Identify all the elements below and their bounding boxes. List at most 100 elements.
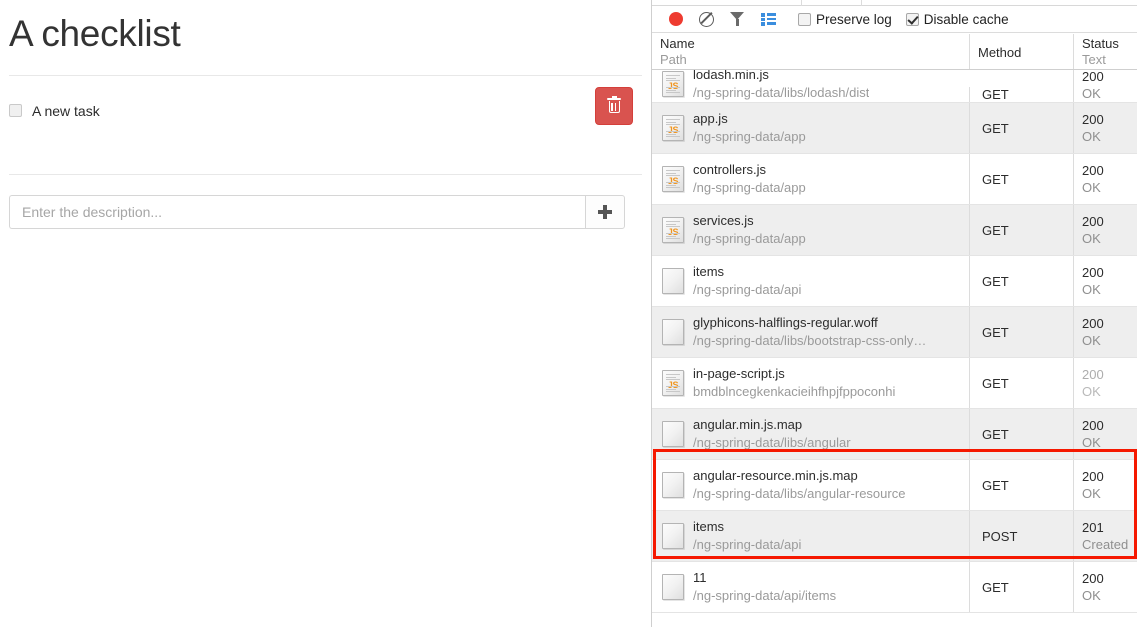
request-name: items [693, 263, 801, 281]
request-name: in-page-script.js [693, 365, 895, 383]
cell-name: JS services.js/ng-spring-data/app [652, 205, 969, 255]
task-checkbox-group[interactable]: A new task [9, 103, 100, 119]
disable-cache-checkbox[interactable]: Disable cache [906, 12, 1009, 27]
delete-task-button[interactable] [595, 87, 633, 125]
status-text: OK [1082, 332, 1137, 349]
table-row[interactable]: JSlodash.min.js/ng-spring-data/libs/loda… [652, 70, 1137, 103]
status-text: OK [1082, 179, 1137, 196]
record-circle-icon [669, 12, 683, 26]
cell-method: GET [969, 154, 1073, 204]
request-path: /ng-spring-data/libs/angular-resource [693, 485, 905, 503]
status-code: 201 [1082, 519, 1137, 536]
network-request-list[interactable]: JS lodash.min.js/ng-spring-data/libs/loda… [652, 70, 1137, 627]
record-button[interactable] [660, 8, 691, 30]
cell-status: 200OK [1073, 562, 1137, 612]
request-path: /ng-spring-data/libs/lodash/dist [693, 84, 869, 102]
request-name: controllers.js [693, 161, 806, 179]
cell-method: GET [969, 562, 1073, 612]
add-task-input-group [9, 195, 625, 229]
blank-file-icon [662, 268, 684, 294]
divider-2 [9, 174, 642, 175]
cell-method: GET [969, 307, 1073, 357]
request-name: items [693, 518, 801, 536]
request-path: /ng-spring-data/app [693, 230, 806, 248]
request-path: /ng-spring-data/libs/bootstrap-css-only… [693, 332, 926, 350]
cell-status: 200OK [1073, 205, 1137, 255]
status-code: 200 [1082, 315, 1137, 332]
cell-method: GET [969, 358, 1073, 408]
trash-icon [607, 98, 621, 114]
preserve-log-box[interactable] [798, 13, 811, 26]
column-header-status[interactable]: Status Text [1073, 34, 1137, 69]
js-file-icon: JS [662, 370, 684, 396]
cell-name: JS in-page-script.jsbmdblncegkenkacieihfh… [652, 358, 969, 408]
cell-name: JSapp.js/ng-spring-data/app [652, 103, 969, 153]
status-code: 200 [1082, 570, 1137, 587]
column-header-status-secondary: Text [1082, 52, 1137, 68]
devtools-network-panel: Preserve log Disable cache Name Path Met… [651, 0, 1137, 627]
status-text: OK [1082, 85, 1137, 102]
checklist-app-panel: A checklist A new task [0, 0, 651, 627]
blank-file-icon [662, 472, 684, 498]
cell-status: 200OK [1073, 409, 1137, 459]
cell-status: 200OK [1073, 70, 1137, 102]
status-text: OK [1082, 485, 1137, 502]
cell-status: 200OK [1073, 358, 1137, 408]
column-header-name-primary: Name [660, 36, 969, 52]
request-name-wrapper: angular.min.js.map/ng-spring-data/libs/a… [693, 416, 851, 452]
task-checkbox[interactable] [9, 104, 22, 117]
plus-icon [598, 205, 612, 219]
request-name: 11 [693, 569, 836, 587]
disable-cache-label: Disable cache [924, 12, 1009, 27]
status-text: OK [1082, 128, 1137, 145]
request-name-wrapper: controllers.js/ng-spring-data/app [693, 161, 806, 197]
js-file-icon: JS [662, 115, 684, 141]
status-code: 200 [1082, 468, 1137, 485]
list-view-icon [761, 13, 776, 25]
preserve-log-checkbox[interactable]: Preserve log [798, 12, 892, 27]
request-name-wrapper: items/ng-spring-data/api [693, 263, 801, 299]
table-row[interactable]: angular.min.js.map/ng-spring-data/libs/a… [652, 409, 1137, 460]
cell-name: items/ng-spring-data/api [652, 256, 969, 306]
add-task-button[interactable] [585, 195, 625, 229]
status-text: OK [1082, 434, 1137, 451]
disable-cache-box[interactable] [906, 13, 919, 26]
status-text: OK [1082, 383, 1137, 400]
cell-name: glyphicons-halflings-regular.woff/ng-spr… [652, 307, 969, 357]
request-name-wrapper: glyphicons-halflings-regular.woff/ng-spr… [693, 314, 926, 350]
request-name: glyphicons-halflings-regular.woff [693, 314, 926, 332]
view-toggle-button[interactable] [753, 8, 784, 30]
table-row[interactable]: JS in-page-script.jsbmdblncegkenkacieihfh… [652, 358, 1137, 409]
status-text: OK [1082, 587, 1137, 604]
request-path: /ng-spring-data/app [693, 128, 806, 146]
cell-method: GET [969, 103, 1073, 153]
cell-status: 200OK [1073, 103, 1137, 153]
request-name-wrapper: services.js/ng-spring-data/app [693, 212, 806, 248]
request-name: lodash.min.js [693, 70, 869, 84]
request-path: /ng-spring-data/api [693, 536, 801, 554]
screenshot-root: A checklist A new task [0, 0, 1137, 627]
description-input[interactable] [9, 195, 585, 229]
status-text: Created [1082, 536, 1137, 553]
cell-status: 201Created [1073, 511, 1137, 561]
table-row[interactable]: items/ng-spring-data/apiGET200OK [652, 256, 1137, 307]
cell-name: angular-resource.min.js.map/ng-spring-da… [652, 460, 969, 510]
column-header-method-primary: Method [978, 45, 1073, 60]
table-row[interactable]: angular-resource.min.js.map/ng-spring-da… [652, 460, 1137, 511]
column-header-name[interactable]: Name Path [652, 34, 969, 69]
table-row[interactable]: JS services.js/ng-spring-data/app GET200OK [652, 205, 1137, 256]
request-path: bmdblncegkenkacieihfhpjfppoconhi [693, 383, 895, 401]
table-row[interactable]: items/ng-spring-data/apiPOST201Created [652, 511, 1137, 562]
table-row[interactable]: JSapp.js/ng-spring-data/appGET200OK [652, 103, 1137, 154]
filter-button[interactable] [722, 8, 753, 30]
cell-name: angular.min.js.map/ng-spring-data/libs/a… [652, 409, 969, 459]
table-row[interactable]: glyphicons-halflings-regular.woff/ng-spr… [652, 307, 1137, 358]
clear-button[interactable] [691, 8, 722, 30]
status-code: 200 [1082, 213, 1137, 230]
cell-method: GET [969, 409, 1073, 459]
table-row[interactable]: JScontrollers.js/ng-spring-data/appGET20… [652, 154, 1137, 205]
cell-method: GET [969, 205, 1073, 255]
column-header-method[interactable]: Method [969, 34, 1073, 69]
js-file-icon: JS [662, 217, 684, 243]
table-row[interactable]: 11/ng-spring-data/api/itemsGET200OK [652, 562, 1137, 613]
